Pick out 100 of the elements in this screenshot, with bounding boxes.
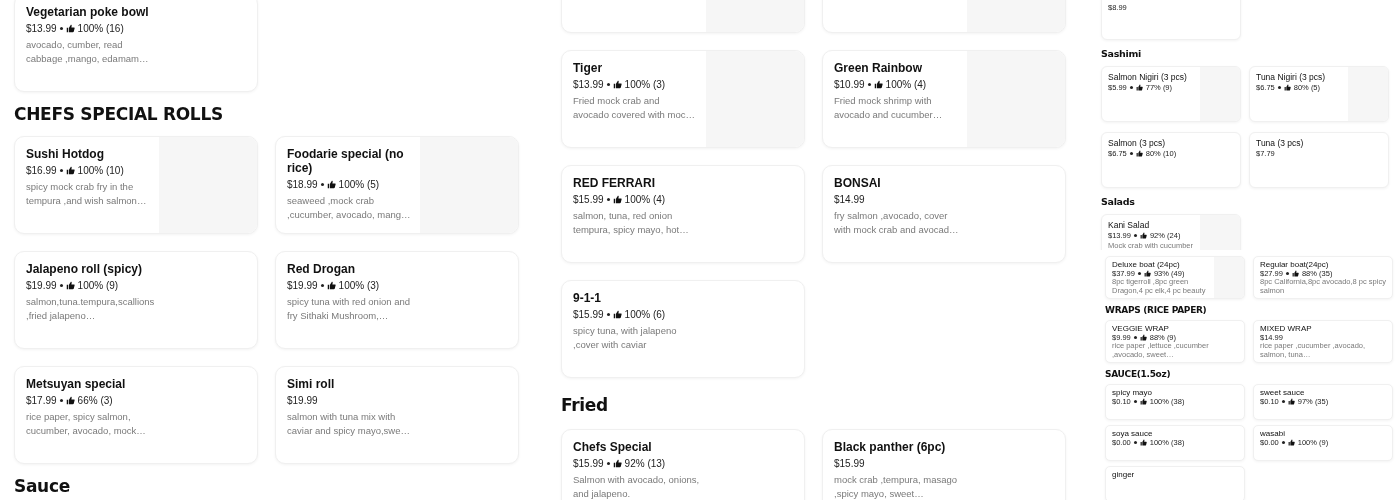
rating-text: 66% (3) [77, 394, 113, 407]
rating-text: 92% (13) [624, 457, 666, 470]
menu-card[interactable]: ginger [1105, 466, 1245, 500]
item-description: mock crab ,tempura, masago ,spicy mayo, sweet… [834, 473, 959, 500]
item-price: $13.99 [573, 78, 604, 91]
thumbs-up-icon [1139, 232, 1147, 239]
item-price: $19.99 [287, 394, 318, 407]
section-heading: Fried [561, 394, 609, 416]
item-price: $15.99 [834, 457, 865, 470]
item-description: rice paper, spicy salmon, cucumber, avocado, mock… [26, 410, 147, 437]
item-name: RED FERRARI [573, 176, 656, 190]
thumbs-up-icon [65, 24, 75, 33]
thumbs-up-icon [1135, 150, 1143, 157]
separator-dot [320, 284, 324, 287]
menu-card[interactable]: Chefs Special $15.99 92% (13) Salmon with avocado, onions, and jalapeno. [561, 429, 805, 500]
thumbs-up-icon [1143, 270, 1151, 277]
item-price: $17.99 [26, 394, 57, 407]
item-price: $19.99 [287, 279, 318, 292]
item-name: 9-1-1 [573, 291, 602, 305]
item-price: $13.99 [26, 22, 57, 35]
separator-dot [1129, 152, 1133, 155]
item-name: Vegetarian poke bowl [26, 5, 150, 19]
section-heading: WRAPS (RICE PAPER) [1105, 304, 1208, 316]
thumbs-up-icon [1139, 334, 1147, 341]
item-name: Regular boat(24pc) [1260, 260, 1330, 269]
item-description: spicy mock crab fry in the tempura ,and wish salmon… [26, 180, 148, 207]
item-price: $15.99 [573, 457, 604, 470]
item-description: seaweed ,mock crab ,cucumber, avocado, mang… [287, 194, 412, 221]
thumbs-up-icon [1287, 398, 1295, 405]
rating-text: 100% (16) [77, 22, 124, 35]
thumbs-up-icon [1135, 84, 1143, 91]
item-name: soya sauce [1112, 429, 1154, 438]
item-description: salmon,tuna.tempura,scallions,fried jalapeno… [26, 295, 156, 322]
separator-dot [1133, 234, 1137, 237]
item-name: MIXED WRAP [1260, 324, 1313, 333]
thumbs-up-icon [612, 195, 622, 204]
item-description: Salmon with avocado, onions, and jalapeno. [573, 473, 701, 500]
separator-dot [606, 83, 610, 86]
item-name: Sushi Hotdog [26, 147, 105, 161]
separator-dot [1277, 86, 1281, 89]
item-price: $15.99 [573, 308, 604, 321]
separator-dot [1281, 400, 1285, 403]
thumbs-up-icon [65, 281, 75, 290]
section-heading: Sauce [14, 476, 71, 496]
rating-text: 100% (4) [885, 78, 927, 91]
menu-card[interactable]: Green Rainbow $10.99 100% (4) Fried mock shrimp with avocado and cucumber… [822, 50, 1066, 148]
rating-text: 100% (5) [338, 178, 380, 191]
menu-card[interactable]: Metsuyan special $17.99 66% (3) rice paper, spicy salmon, cucumber, avocado, mock… [14, 366, 258, 464]
item-name: Jalapeno roll (spicy) [26, 262, 144, 276]
separator-dot [1133, 441, 1137, 444]
menu-card[interactable]: Tiger $13.99 100% (3) Fried mock crab and avocado covered with moc… [561, 50, 805, 148]
separator-dot [59, 284, 63, 287]
separator-dot [867, 83, 871, 86]
item-description: spicy tuna, with jalapeno ,cover with caviar [573, 324, 678, 351]
item-description: avocado, cumber, read cabbage ,mango, edamam… [26, 38, 150, 65]
menu-card[interactable]: Simi roll $19.99 salmon with tuna mix with caviar and spicy mayo,swe… [275, 366, 519, 464]
item-price: $18.99 [287, 178, 318, 191]
separator-dot [1133, 400, 1137, 403]
item-name: Salmon (3 pcs) [1108, 138, 1167, 148]
item-price: $14.99 [834, 193, 865, 206]
item-name: Salmon Nigiri (3 pcs) [1108, 72, 1188, 82]
separator-dot [1133, 336, 1137, 339]
item-name: Tiger [573, 61, 604, 75]
separator-dot [59, 399, 63, 402]
menu-card[interactable]: BONSAI $14.99 fry salmon ,avocado, cover with mock crab and avocad… [822, 165, 1066, 263]
item-name: Black panther (6pc) [834, 440, 947, 454]
rating-text: 100% (9) [77, 279, 119, 292]
menu-card[interactable]: Foodarie special (no rice) $18.99 100% (5) seaweed ,mock crab ,cucumber, avocado, mang… [275, 136, 519, 234]
item-name: spicy mayo [1112, 388, 1153, 397]
menu-card[interactable]: Vegetarian poke bowl $13.99 100% (16) avocado, cumber, read cabbage ,mango, edamam… [14, 0, 258, 92]
item-name: ginger [1112, 470, 1136, 479]
separator-dot [1137, 272, 1141, 275]
item-name: Red Drogan [287, 262, 356, 276]
menu-card[interactable]: Red Drogan $19.99 100% (3) spicy tuna with red onion and fry Sithaki Mushroom,… [275, 251, 519, 349]
item-price: $16.99 [26, 164, 57, 177]
item-price: $10.99 [834, 78, 865, 91]
rating-text: 100% (3) [624, 78, 666, 91]
menu-card[interactable]: Jalapeno roll (spicy) $19.99 100% (9) salmon,tuna.tempura,scallions,fried jalapeno… [14, 251, 258, 349]
item-name: Simi roll [287, 377, 336, 391]
thumbs-up-icon [1287, 439, 1295, 446]
section-heading: Salads [1101, 196, 1136, 208]
section-heading: CHEFS SPECIAL ROLLS [14, 104, 224, 124]
thumbs-up-icon [326, 180, 336, 189]
menu-card[interactable]: Sushi Hotdog $16.99 100% (10) spicy mock crab fry in the tempura ,and wish salmon… [14, 136, 258, 234]
item-name: Tuna Nigiri (3 pcs) [1256, 72, 1327, 82]
item-price: $19.99 [26, 279, 57, 292]
item-price: $15.99 [573, 193, 604, 206]
thumbs-up-icon [612, 310, 622, 319]
item-name: Deluxe boat (24pc) [1112, 260, 1181, 269]
section-heading: SAUCE(1.5oz) [1105, 368, 1172, 380]
item-description: salmon with tuna mix with caviar and spicy mayo,swe… [287, 410, 412, 437]
separator-dot [1129, 86, 1133, 89]
menu-card[interactable]: 9-1-1 $15.99 100% (6) spicy tuna, with jalapeno ,cover with caviar [561, 280, 805, 378]
menu-card[interactable]: Black panther (6pc) $15.99 mock crab ,tempura, masago ,spicy mayo, sweet… [822, 429, 1066, 500]
thumbs-up-icon [612, 80, 622, 89]
item-name: Kani Salad [1108, 220, 1151, 230]
separator-dot [606, 313, 610, 316]
separator-dot [1285, 272, 1289, 275]
menu-card[interactable]: RED FERRARI $15.99 100% (4) salmon, tuna, red onion tempura, spicy mayo, hot… [561, 165, 805, 263]
thumbs-up-icon [1139, 398, 1147, 405]
